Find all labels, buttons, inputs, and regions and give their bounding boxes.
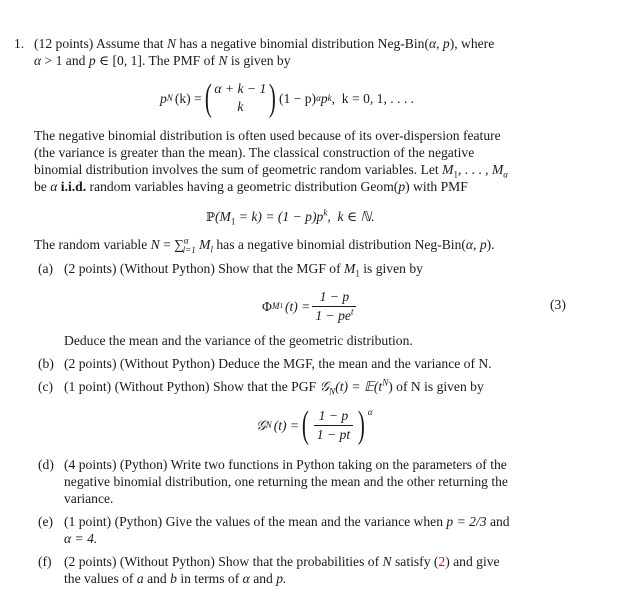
iid-bold: i.i.d. bbox=[60, 179, 87, 194]
paragraph-line-1: The negative binomial distribution is of… bbox=[34, 128, 501, 143]
problem-intro-line2: α > 1 and p ∈ [0, 1]. The PMF of N is gi… bbox=[34, 53, 291, 68]
part-e-label: (e) bbox=[38, 514, 54, 529]
right-paren: ) bbox=[269, 77, 277, 119]
problem-number: 1. bbox=[14, 36, 25, 51]
part-d-line-2: negative binomial distribution, one retu… bbox=[64, 474, 508, 489]
part-c-text: (1 point) (Without Python) Show that the… bbox=[64, 377, 484, 397]
pgf-fraction: 1 − p 1 − pt bbox=[313, 408, 354, 443]
part-f-line-1: (2 points) (Without Python) Show that th… bbox=[64, 554, 500, 569]
part-c-label: (c) bbox=[38, 379, 54, 394]
part-a-followup: Deduce the mean and the variance of the … bbox=[64, 333, 413, 348]
problem-intro-line1: (12 points) Assume that N has a negative… bbox=[34, 36, 495, 51]
geom-pmf-equation: ℙ(M1 = k) = (1 − p)pk, k ∈ ℕ. bbox=[206, 207, 375, 227]
part-d-line-1: (4 points) (Python) Write two functions … bbox=[64, 457, 507, 472]
binomial-coefficient: α + k − 1 k bbox=[214, 81, 267, 114]
right-paren: ) bbox=[357, 404, 365, 446]
part-a-text: (2 points) (Without Python) Show that th… bbox=[64, 261, 423, 279]
points-label: (12 points) bbox=[34, 36, 94, 51]
pgf-equation: 𝒢N (t) = ( 1 − p 1 − pt ) α bbox=[256, 404, 373, 446]
part-f-label: (f) bbox=[38, 554, 52, 569]
equation-number: (3) bbox=[550, 297, 566, 312]
part-f-line-2: the values of a and b in terms of α and … bbox=[64, 571, 287, 586]
mgf-equation: ΦM1 (t) = 1 − p 1 − pet bbox=[262, 286, 358, 326]
mgf-fraction: 1 − p 1 − pet bbox=[312, 289, 357, 324]
part-d-line-3: variance. bbox=[64, 491, 114, 506]
part-a-label: (a) bbox=[38, 261, 54, 276]
left-paren: ( bbox=[301, 404, 309, 446]
part-d-label: (d) bbox=[38, 457, 54, 472]
paragraph-line-2: (the variance is greater than the mean).… bbox=[34, 145, 475, 160]
left-paren: ( bbox=[204, 77, 212, 119]
pmf-equation: pN (k) = ( α + k − 1 k ) (1 − p) α p k , k … bbox=[160, 77, 415, 119]
part-b-label: (b) bbox=[38, 356, 54, 371]
part-e-line-1: (1 point) (Python) Give the values of th… bbox=[64, 514, 510, 529]
part-e-line-2: α = 4. bbox=[64, 531, 98, 546]
part-b-text: (2 points) (Without Python) Deduce the M… bbox=[64, 356, 492, 371]
sum-definition-line: The random variable N = ∑αl=1 Ml has a n… bbox=[34, 235, 495, 255]
paragraph-line-4: be α i.i.d. random variables having a ge… bbox=[34, 179, 468, 194]
paragraph-line-3: binomial distribution involves the sum o… bbox=[34, 162, 509, 180]
